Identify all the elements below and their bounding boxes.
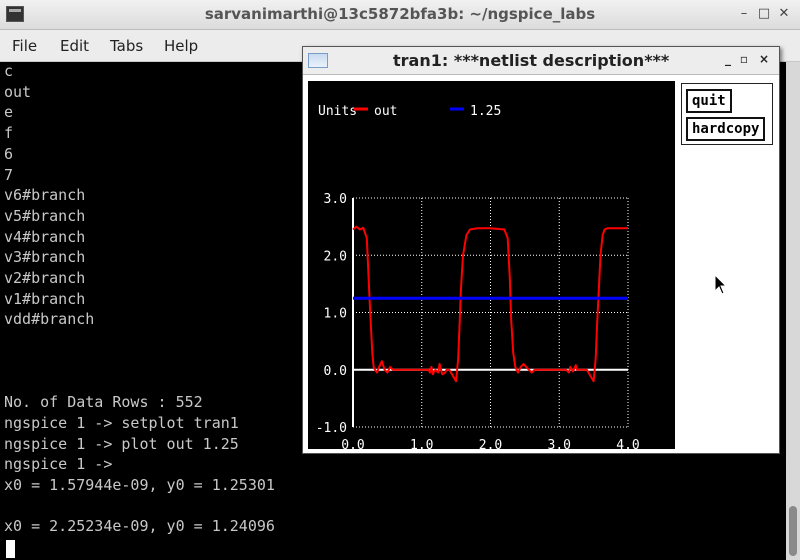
minimize-icon[interactable]: – (736, 6, 752, 22)
terminal-line: v1#branch (4, 289, 86, 308)
terminal-title: sarvanimarthi@13c5872bfa3b: ~/ngspice_la… (204, 5, 596, 23)
menu-help[interactable]: Help (164, 37, 198, 55)
x-tick-label: 2.0 (479, 438, 502, 449)
window-menu-icon[interactable] (308, 53, 328, 68)
terminal-line: out (4, 82, 32, 101)
plot-minimize-icon[interactable]: _ (721, 52, 735, 68)
legend-title: Units (318, 104, 357, 119)
terminal-line: No. of Data Rows : 552 (4, 393, 203, 412)
y-tick-label: 3.0 (324, 192, 347, 207)
terminal-line: c (4, 62, 14, 80)
x-tick-label: 1.0 (410, 438, 433, 449)
plot-close-icon[interactable]: × (757, 52, 771, 68)
quit-button[interactable]: quit (686, 89, 732, 113)
plot-button-panel: quit hardcopy (681, 83, 773, 145)
terminal-line: ngspice 1 -> setplot tran1 (4, 413, 239, 432)
plot-canvas[interactable]: 0.01.02.03.04.0-1.00.01.02.03.0timensUni… (308, 81, 675, 449)
terminal-line: v5#branch (4, 206, 86, 225)
terminal-line: x0 = 1.57944e-09, y0 = 1.25301 (4, 476, 275, 494)
x-tick-label: 0.0 (341, 438, 364, 449)
menu-file[interactable]: File (12, 37, 37, 55)
terminal-line: vdd#branch (4, 310, 95, 329)
terminal-line: v4#branch (4, 227, 86, 246)
terminal-titlebar: sarvanimarthi@13c5872bfa3b: ~/ngspice_la… (0, 0, 800, 30)
terminal-line: 6 (4, 144, 14, 163)
x-tick-label: 4.0 (616, 438, 639, 449)
terminal-line: 7 (4, 165, 14, 184)
plot-window: tran1: ***netlist description*** _ ▫ × 0… (302, 46, 780, 454)
terminal-line: ngspice 1 -> plot out 1.25 (4, 434, 239, 453)
plot-window-title: tran1: ***netlist description*** (393, 51, 670, 70)
menu-tabs[interactable]: Tabs (110, 37, 143, 55)
scrollbar-thumb[interactable] (789, 506, 797, 556)
y-tick-label: 1.0 (324, 307, 347, 322)
terminal-line: v6#branch (4, 186, 86, 205)
y-tick-label: -1.0 (316, 421, 347, 436)
terminal-line: v2#branch (4, 269, 86, 287)
terminal-scrollbar[interactable] (786, 62, 800, 560)
legend-entry: 1.25 (470, 104, 501, 119)
plot-titlebar: tran1: ***netlist description*** _ ▫ × (303, 47, 779, 75)
terminal-line: v3#branch (4, 248, 86, 267)
menu-edit[interactable]: Edit (60, 37, 89, 55)
terminal-line: x0 = 2.25234e-09, y0 = 1.24096 (4, 517, 275, 536)
close-icon[interactable]: ✕ (776, 6, 792, 22)
waveform-chart: 0.01.02.03.04.0-1.00.01.02.03.0timensUni… (316, 104, 640, 449)
mouse-pointer-icon (714, 274, 728, 295)
legend-entry: out (374, 104, 397, 119)
y-tick-label: 0.0 (324, 364, 347, 379)
terminal-line: e (4, 103, 14, 122)
terminal-line: ngspice 1 -> (4, 455, 113, 474)
terminal-line: f (4, 124, 14, 143)
maximize-icon[interactable]: □ (756, 6, 772, 22)
terminal-cursor (6, 540, 15, 558)
plot-maximize-icon[interactable]: ▫ (737, 52, 751, 68)
y-tick-label: 2.0 (324, 249, 347, 264)
x-tick-label: 3.0 (548, 438, 571, 449)
hardcopy-button[interactable]: hardcopy (686, 117, 766, 141)
